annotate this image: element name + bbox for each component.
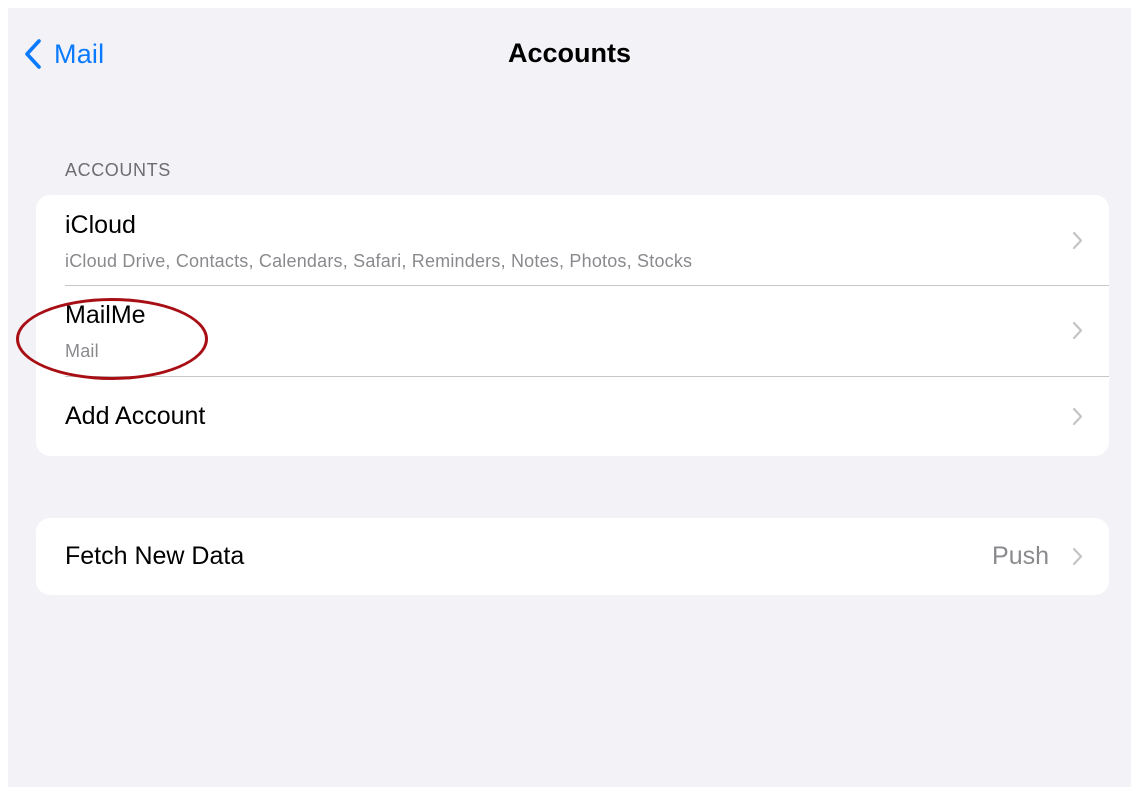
navigation-bar: Mail Accounts	[8, 8, 1131, 100]
fetch-value: Push	[992, 542, 1049, 570]
account-row-icloud[interactable]: iCloud iCloud Drive, Contacts, Calendars…	[36, 195, 1109, 285]
account-row-mailme[interactable]: MailMe Mail	[36, 286, 1109, 376]
chevron-right-icon	[1072, 321, 1083, 340]
accounts-section-header: ACCOUNTS	[65, 160, 171, 180]
row-subtitle: Mail	[65, 341, 99, 361]
fetch-settings-list: Fetch New Data Push	[36, 518, 1109, 595]
add-account-row[interactable]: Add Account	[36, 377, 1109, 456]
row-subtitle: iCloud Drive, Contacts, Calendars, Safar…	[65, 251, 693, 271]
row-title: Add Account	[65, 402, 206, 430]
fetch-new-data-row[interactable]: Fetch New Data Push	[36, 518, 1109, 595]
settings-screen: Mail Accounts ACCOUNTS iCloud iCloud Dri…	[8, 8, 1131, 787]
chevron-right-icon	[1072, 547, 1083, 566]
row-title: Fetch New Data	[65, 542, 245, 570]
page-title: Accounts	[507, 38, 632, 68]
chevron-right-icon	[1072, 407, 1083, 426]
row-title: iCloud	[65, 211, 136, 239]
chevron-right-icon	[1072, 231, 1083, 250]
accounts-list: iCloud iCloud Drive, Contacts, Calendars…	[36, 195, 1109, 456]
row-title: MailMe	[65, 301, 146, 329]
